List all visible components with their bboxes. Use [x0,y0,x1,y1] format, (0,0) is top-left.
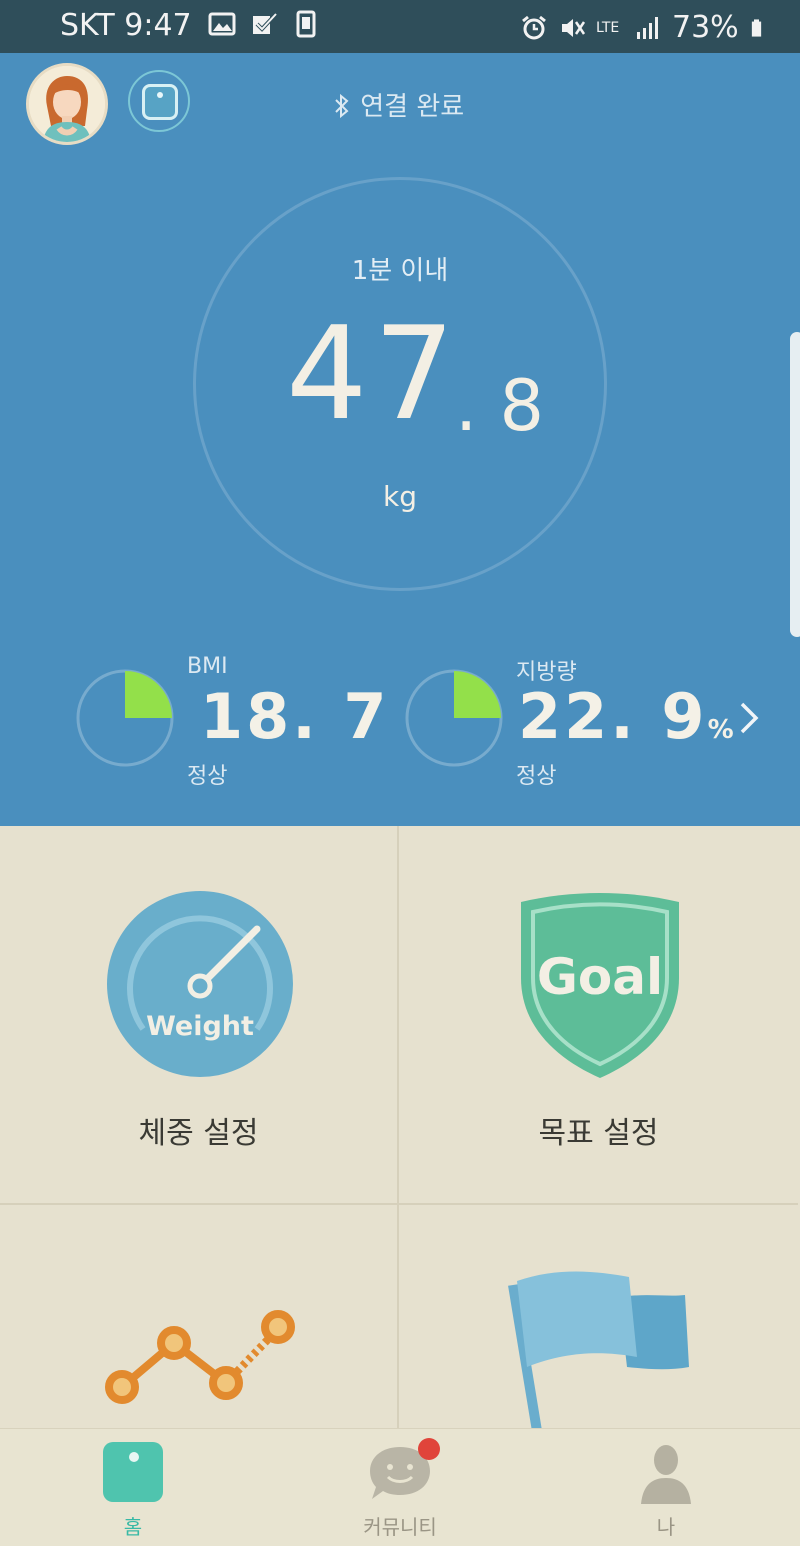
scale-device-button[interactable] [128,70,190,132]
bmi-status: 정상 [187,764,228,789]
tile-label-goal: 목표 설정 [538,1116,659,1151]
nav-home-label: 홈 [123,1515,143,1539]
alarm-icon [522,15,546,39]
mute-icon [562,18,586,37]
check-box-icon [253,12,278,34]
nav-home[interactable]: 홈 [33,1429,233,1546]
bmi-pie-chart [76,669,174,767]
nav-me-label: 나 [656,1515,676,1539]
fat-value: 22. 9 [518,680,708,753]
person-icon [641,1445,691,1504]
avatar-icon [29,66,105,142]
connection-status: 연결 완료 [332,86,464,123]
status-bar: SKT 9:47 LTE 73% [0,0,800,53]
lte-icon: LTE [596,19,620,36]
goal-shield-icon: Goal [521,893,679,1078]
feature-grid: Weight 체중 설정 Goal 목표 설정 [0,826,800,1431]
goal-icon-text: Goal [537,948,663,1006]
nav-community-label: 커뮤니티 [363,1515,437,1539]
bluetooth-icon [335,93,349,119]
weight-unit: kg [383,480,417,513]
measurement-time-label: 1분 이내 [351,256,449,286]
system-icons: LTE 73% [520,10,769,45]
weight-gauge-icon: Weight [107,891,293,1077]
fat-value-wrap: 22. 9% [518,686,734,748]
notification-badge [418,1438,440,1460]
bmi-value: 18. 7 [200,680,390,753]
tile-goal-setting[interactable]: Goal 목표 설정 [399,826,798,1205]
battery-icon [751,18,761,37]
nav-community[interactable]: 커뮤니티 [300,1429,500,1546]
weight-decimal-value: . 8 [455,365,545,447]
tile-label-weight: 체중 설정 [138,1116,259,1151]
signal-icon [637,16,658,39]
bmi-label: BMI [187,654,228,679]
battery-percent: 73% [672,10,739,45]
tile-flag[interactable] [399,1205,798,1431]
tile-trend[interactable] [0,1205,399,1428]
scale-icon [142,84,178,120]
profile-avatar[interactable] [26,63,108,145]
connection-status-text: 연결 완료 [360,92,465,122]
fat-pie-slice [454,671,501,718]
image-icon [208,12,236,36]
status-time: 9:47 [124,8,192,43]
chevron-right-icon[interactable] [728,698,768,738]
fat-pie-chart [405,669,503,767]
flag-icon [508,1271,689,1431]
trend-chart-icon [105,1310,295,1404]
phone-outline-icon [296,10,316,38]
weight-icon-text: Weight [146,1011,254,1042]
tile-weight-setting[interactable]: Weight 체중 설정 [0,826,399,1205]
fat-status: 정상 [516,764,557,789]
nav-me[interactable]: 나 [566,1429,766,1546]
bottom-navigation: 홈 커뮤니티 나 [0,1428,800,1546]
home-scale-icon [103,1442,163,1502]
carrier-name: SKT [60,8,115,43]
edge-panel-handle[interactable] [790,332,800,637]
status-carrier-time: SKT 9:47 [60,8,192,43]
notification-icons [208,10,320,38]
weight-integer-value: 47 [286,300,461,449]
bmi-pie-slice [125,671,172,718]
